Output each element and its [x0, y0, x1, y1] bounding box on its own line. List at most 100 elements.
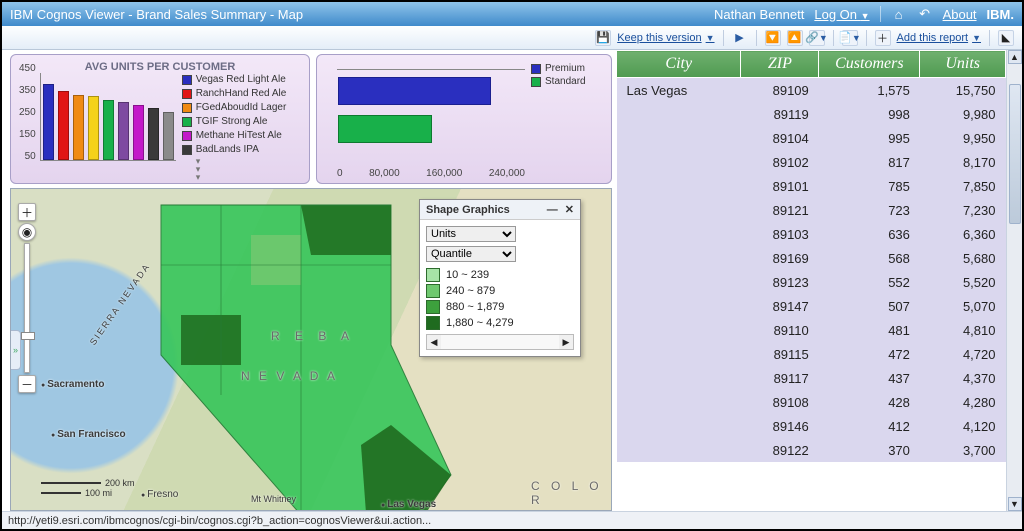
chart1-bar[interactable]	[148, 108, 159, 160]
run-icon[interactable]: ▶	[732, 30, 748, 46]
table-row[interactable]: 891084284,280	[617, 390, 1006, 414]
table-header[interactable]: Customers	[819, 51, 920, 78]
add-report-link[interactable]: Add this report ▼	[897, 32, 981, 44]
add-icon[interactable]: ＋	[875, 30, 891, 46]
scroll-thumb[interactable]	[1009, 84, 1021, 224]
about-link[interactable]: About	[943, 7, 977, 22]
chart1-legend-item[interactable]: Methane HiTest Ale	[182, 129, 301, 143]
table-row[interactable]: 891028178,170	[617, 150, 1006, 174]
city-fresno[interactable]: Fresno	[141, 489, 178, 500]
cell-units: 5,680	[920, 246, 1006, 270]
cell-units: 4,720	[920, 342, 1006, 366]
x-tick: 0	[337, 168, 343, 179]
cell-units: 15,750	[920, 78, 1006, 103]
zoom-slider-thumb[interactable]	[21, 332, 35, 340]
chart1-legend-item[interactable]: BadLands IPA	[182, 143, 301, 157]
table-row[interactable]: 891199989,980	[617, 102, 1006, 126]
drill-up-icon[interactable]: 🔼	[787, 30, 803, 46]
keep-version-link[interactable]: Keep this version ▼	[617, 32, 714, 44]
chart1-bar[interactable]	[88, 96, 99, 160]
chart1-bar[interactable]	[133, 105, 144, 160]
related-links-icon[interactable]: 🔗▼	[809, 30, 825, 46]
chart1-bar[interactable]	[118, 102, 129, 160]
scroll-up-button[interactable]: ▲	[1008, 50, 1022, 64]
zoom-in-button[interactable]: ＋	[18, 203, 36, 221]
table-row[interactable]: Las Vegas891091,57515,750	[617, 78, 1006, 103]
popup-minimize-icon[interactable]: —	[547, 204, 558, 216]
chart1-legend-item[interactable]: FGedAboudId Lager	[182, 101, 301, 115]
cell-customers: 507	[819, 294, 920, 318]
city-sacramento[interactable]: Sacramento	[41, 379, 104, 390]
popup-close-icon[interactable]: ✕	[565, 204, 574, 216]
city-sanfrancisco[interactable]: San Francisco	[51, 429, 126, 440]
popup-scroll-track[interactable]	[441, 335, 559, 349]
popup-titlebar[interactable]: Shape Graphics — ✕	[420, 200, 580, 220]
table-header[interactable]: ZIP	[741, 51, 819, 78]
table-row[interactable]: 891475075,070	[617, 294, 1006, 318]
data-table-panel: CityZIPCustomersUnits Las Vegas891091,57…	[616, 50, 1022, 511]
popup-legend-item[interactable]: 880 ~ 1,879	[426, 300, 574, 314]
edit-tool-icon[interactable]: ◣	[998, 30, 1014, 46]
chart2-bar-premium[interactable]	[338, 77, 491, 105]
chart1-bar[interactable]	[43, 84, 54, 160]
chart1-bar[interactable]	[163, 112, 174, 160]
zoom-out-button[interactable]: －	[18, 375, 36, 393]
popup-measure-select[interactable]: Units	[426, 226, 516, 242]
chart2-legend-item[interactable]: Premium	[531, 63, 603, 74]
table-row[interactable]: 891464124,120	[617, 414, 1006, 438]
cell-units: 4,120	[920, 414, 1006, 438]
cell-zip: 89147	[741, 294, 819, 318]
save-icon[interactable]: 💾	[595, 30, 611, 46]
chart2-plot[interactable]	[337, 69, 525, 70]
page-icon[interactable]: 📄▼	[842, 30, 858, 46]
table-row[interactable]: 891036366,360	[617, 222, 1006, 246]
map[interactable]: N E V A D A R E B A C O L O R SIERRA NEV…	[10, 188, 612, 511]
drill-down-icon[interactable]: 🔽	[765, 30, 781, 46]
cell-units: 9,980	[920, 102, 1006, 126]
expand-panel-handle[interactable]: »	[11, 330, 21, 370]
table-header[interactable]: Units	[920, 51, 1006, 78]
chart1-bar[interactable]	[58, 91, 69, 160]
legend-more-icon[interactable]: ▾	[182, 173, 301, 181]
home-icon[interactable]: ⌂	[891, 6, 907, 22]
vertical-scrollbar[interactable]: ▲ ▼	[1006, 50, 1022, 511]
popup-scroll-right[interactable]: ▶	[559, 335, 573, 349]
table-header[interactable]: City	[617, 51, 741, 78]
cell-zip: 89102	[741, 150, 819, 174]
cell-customers: 1,575	[819, 78, 920, 103]
table-row[interactable]: 891235525,520	[617, 270, 1006, 294]
popup-legend-item[interactable]: 240 ~ 879	[426, 284, 574, 298]
popup-legend-item[interactable]: 10 ~ 239	[426, 268, 574, 282]
chart1-bar[interactable]	[73, 95, 84, 160]
logon-link[interactable]: Log On ▼	[814, 7, 869, 22]
cell-units: 5,070	[920, 294, 1006, 318]
scroll-down-button[interactable]: ▼	[1008, 497, 1022, 511]
shape-graphics-popup[interactable]: Shape Graphics — ✕ Units Quantile 10 ~ 2…	[419, 199, 581, 357]
chart1-bars[interactable]	[40, 73, 176, 161]
popup-scrollbar[interactable]: ◀ ▶	[426, 334, 574, 350]
popup-controls: — ✕	[543, 203, 574, 216]
table-row[interactable]: 891695685,680	[617, 246, 1006, 270]
popup-legend-item[interactable]: 1,880 ~ 4,279	[426, 316, 574, 330]
table-row[interactable]: 891154724,720	[617, 342, 1006, 366]
chart1-legend-item[interactable]: Vegas Red Light Ale	[182, 73, 301, 87]
popup-classify-select[interactable]: Quantile	[426, 246, 516, 262]
zoom-slider-track[interactable]	[24, 243, 30, 373]
table-row[interactable]: 891049959,950	[617, 126, 1006, 150]
popup-scroll-left[interactable]: ◀	[427, 335, 441, 349]
table-row[interactable]: 891223703,700	[617, 438, 1006, 462]
chart1-legend-item[interactable]: RanchHand Red Ale	[182, 87, 301, 101]
back-icon[interactable]: ↶	[917, 6, 933, 22]
avg-units-chart-panel: AVG UNITS PER CUSTOMER 45035025015050 Ve…	[10, 54, 310, 184]
city-lasvegas[interactable]: Las Vegas	[381, 499, 436, 510]
cell-customers: 817	[819, 150, 920, 174]
chart2-bar-standard[interactable]	[338, 115, 432, 143]
table-row[interactable]: 891017857,850	[617, 174, 1006, 198]
zoom-globe-button[interactable]: ◉	[18, 223, 36, 241]
table-row[interactable]: 891217237,230	[617, 198, 1006, 222]
chart1-legend-item[interactable]: TGIF Strong Ale	[182, 115, 301, 129]
table-row[interactable]: 891174374,370	[617, 366, 1006, 390]
table-row[interactable]: 891104814,810	[617, 318, 1006, 342]
chart1-bar[interactable]	[103, 100, 114, 160]
chart2-legend-item[interactable]: Standard	[531, 76, 603, 87]
